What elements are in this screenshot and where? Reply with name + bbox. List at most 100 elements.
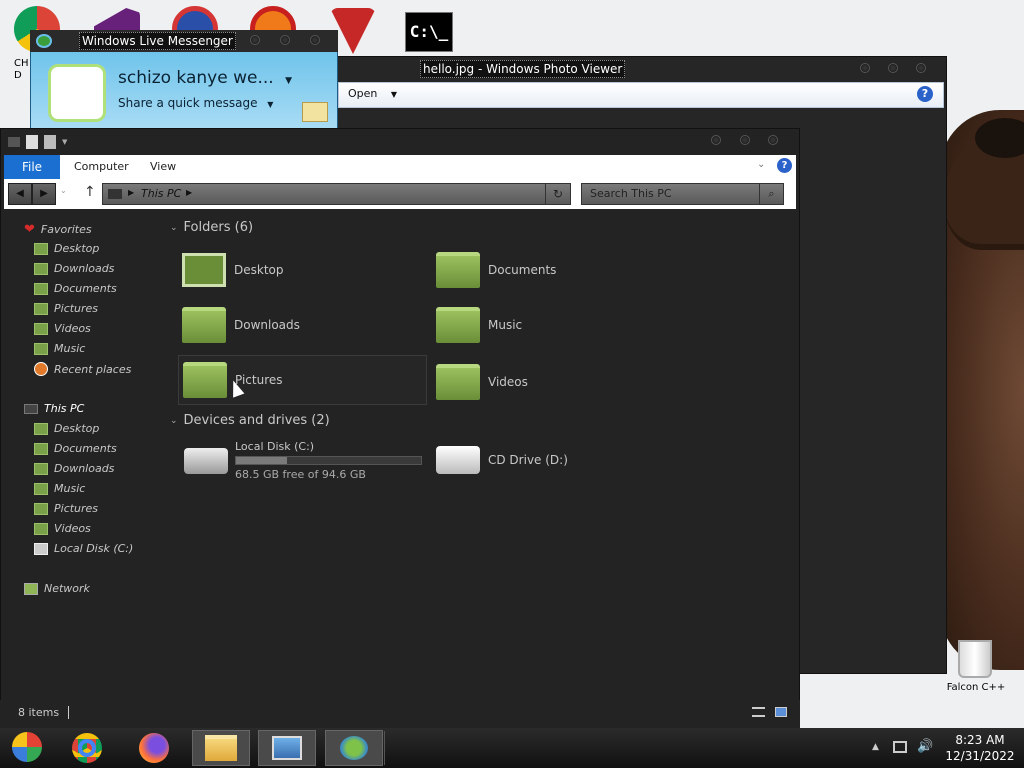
messenger-close-button[interactable] <box>310 35 320 45</box>
drive-free-space: 68.5 GB free of 94.6 GB <box>235 468 366 481</box>
ribbon-expand-icon[interactable]: ⌄ <box>757 159 765 170</box>
sidebar-item-pc-pictures[interactable]: Pictures <box>34 502 98 515</box>
drive-label: CD Drive (D:) <box>488 453 568 467</box>
explorer-close-button[interactable] <box>768 135 778 145</box>
sidebar-item-label: Pictures <box>54 502 99 515</box>
cmd-icon[interactable]: C:\_ <box>405 12 453 52</box>
recent-locations-icon[interactable]: ⌄ <box>60 186 67 195</box>
sidebar-item-label: Documents <box>54 442 117 455</box>
drive-local-disk[interactable]: Local Disk (C:) 68.5 GB free of 94.6 GB <box>182 438 427 484</box>
minimize-button[interactable] <box>860 63 870 73</box>
chevron-down-icon: ⌄ <box>170 415 178 426</box>
clock[interactable]: 8:23 AM 12/31/2022 <box>940 733 1020 763</box>
sidebar-item-videos[interactable]: Videos <box>34 322 91 335</box>
network-tray-icon[interactable] <box>893 741 907 753</box>
hard-drive-icon <box>184 448 228 474</box>
sidebar-item-recent-places[interactable]: Recent places <box>34 362 131 376</box>
sidebar-item-downloads[interactable]: Downloads <box>34 262 114 275</box>
messenger-minimize-button[interactable] <box>250 35 260 45</box>
folder-desktop[interactable]: Desktop <box>182 250 422 290</box>
sidebar-item-local-disk[interactable]: Local Disk (C:) <box>34 542 133 555</box>
photo-viewer-title: hello.jpg - Windows Photo Viewer <box>420 60 626 78</box>
show-hidden-icons[interactable]: ▲ <box>872 742 879 752</box>
recent-places-icon <box>34 362 48 376</box>
folder-videos[interactable]: Videos <box>436 362 676 402</box>
back-button[interactable]: ◀ <box>8 183 32 205</box>
messenger-maximize-button[interactable] <box>280 35 290 45</box>
quick-message-field[interactable]: Share a quick message ▼ <box>118 96 273 110</box>
folder-downloads[interactable]: Downloads <box>182 305 422 345</box>
sidebar-item-documents[interactable]: Documents <box>34 282 117 295</box>
start-button[interactable] <box>0 729 54 765</box>
folder-documents[interactable]: Documents <box>436 250 676 290</box>
taskbar-photo-viewer[interactable] <box>258 730 316 766</box>
maximize-button[interactable] <box>888 63 898 73</box>
refresh-icon[interactable]: ↻ <box>545 184 570 204</box>
sidebar-item-music[interactable]: Music <box>34 342 85 355</box>
sidebar-item-pc-downloads[interactable]: Downloads <box>34 462 114 475</box>
windows-orb-icon <box>12 732 42 762</box>
folder-music[interactable]: Music <box>436 305 676 345</box>
sidebar-item-pc-music[interactable]: Music <box>34 482 85 495</box>
folder-label: Desktop <box>234 263 284 277</box>
this-pc-node[interactable]: This PC <box>24 402 84 415</box>
clock-date: 12/31/2022 <box>945 749 1015 763</box>
drives-section-header[interactable]: ⌄ Devices and drives (2) <box>170 413 330 428</box>
sidebar-item-pictures[interactable]: Pictures <box>34 302 98 315</box>
new-folder-icon[interactable] <box>44 135 56 149</box>
videos-folder-icon <box>436 364 480 400</box>
explorer-help-icon[interactable]: ? <box>777 158 792 173</box>
recycle-bin-icon[interactable] <box>958 640 992 678</box>
sidebar-item-label: Desktop <box>54 242 100 255</box>
search-placeholder: Search This PC <box>590 187 672 200</box>
sidebar-item-label: Downloads <box>54 462 115 475</box>
item-count: 8 items <box>18 706 60 719</box>
sidebar-item-desktop[interactable]: Desktop <box>34 242 99 255</box>
details-view-icon[interactable] <box>752 707 765 717</box>
forward-button[interactable]: ▶ <box>32 183 56 205</box>
mail-icon[interactable] <box>302 102 328 122</box>
help-icon[interactable]: ? <box>917 86 933 102</box>
this-pc-label: This PC <box>44 402 85 415</box>
favorites-node[interactable]: ❤ Favorites <box>24 222 92 237</box>
folder-pictures[interactable]: Pictures <box>178 355 427 405</box>
volume-icon[interactable]: 🔊 <box>917 739 933 754</box>
search-icon[interactable]: ⌕ <box>759 184 783 204</box>
firefox-icon <box>139 733 169 763</box>
drive-cd[interactable]: CD Drive (D:) <box>436 440 676 480</box>
tab-view[interactable]: View <box>150 160 176 173</box>
up-arrow-icon[interactable]: ↑ <box>84 184 96 200</box>
taskbar-messenger[interactable] <box>325 730 383 766</box>
breadcrumb-separator-icon[interactable]: ▶ <box>128 188 134 197</box>
music-folder-icon <box>436 307 480 343</box>
sidebar-item-label: Local Disk (C:) <box>54 542 134 555</box>
taskbar-firefox[interactable] <box>125 730 183 766</box>
display-name[interactable]: schizo kanye we... ▼ <box>118 68 292 88</box>
taskbar-chrome[interactable] <box>58 730 116 766</box>
folder-label: Music <box>488 318 523 332</box>
close-button[interactable] <box>916 63 926 73</box>
network-node[interactable]: Network <box>24 582 90 595</box>
messenger-icon <box>340 736 368 760</box>
search-input[interactable]: Search This PC ⌕ <box>581 183 784 205</box>
tab-computer[interactable]: Computer <box>74 160 129 173</box>
breadcrumb[interactable]: This PC <box>141 187 181 200</box>
explorer-minimize-button[interactable] <box>711 135 721 145</box>
tiles-view-icon[interactable] <box>775 707 787 717</box>
avatar[interactable] <box>48 64 106 122</box>
videos-icon <box>34 322 48 335</box>
sidebar-item-pc-desktop[interactable]: Desktop <box>34 422 99 435</box>
drive-icon <box>34 542 48 555</box>
breadcrumb-separator-icon[interactable]: ▶ <box>186 188 192 197</box>
sidebar-item-pc-videos[interactable]: Videos <box>34 522 91 535</box>
taskbar-file-explorer[interactable] <box>192 730 250 766</box>
properties-icon[interactable] <box>26 135 38 149</box>
open-menu-button[interactable]: Open ▼ <box>348 87 397 100</box>
explorer-maximize-button[interactable] <box>740 135 750 145</box>
tab-file[interactable]: File <box>4 155 60 179</box>
sidebar-item-pc-documents[interactable]: Documents <box>34 442 117 455</box>
chevron-down-icon: ▼ <box>267 100 274 109</box>
downloads-folder-icon <box>182 307 226 343</box>
folders-section-header[interactable]: ⌄ Folders (6) <box>170 220 253 235</box>
chevron-down-icon[interactable]: ▼ <box>62 138 67 146</box>
